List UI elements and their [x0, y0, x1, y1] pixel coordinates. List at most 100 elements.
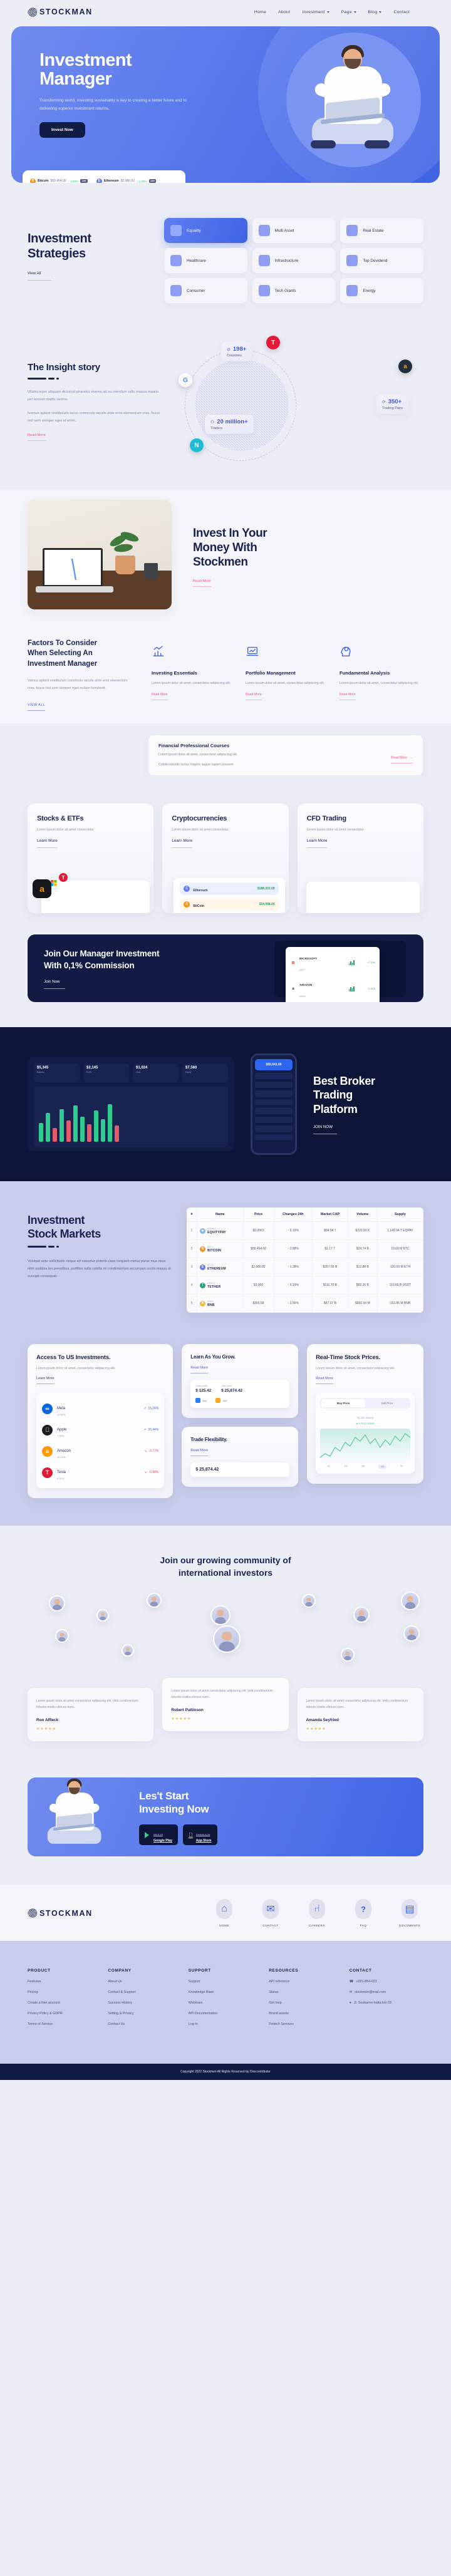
tab-sell-price[interactable]: Sell Price	[365, 1399, 409, 1407]
invest-money-section: Invest In Your Money With Stockmen Read …	[0, 490, 451, 609]
markets-title: Investment Stock Markets	[28, 1214, 172, 1241]
col-price[interactable]: Price	[243, 1208, 274, 1223]
strategy-card-infrastructure[interactable]: Infrastructure	[252, 248, 336, 273]
strategy-card-real-estate[interactable]: Real Estate	[340, 218, 423, 243]
hero-section: Investment Manager Transforming world, i…	[11, 26, 440, 183]
footer-link[interactable]: Knowledge Base	[189, 1990, 262, 1994]
card-read-more-link[interactable]: Read More	[190, 1366, 208, 1374]
footer-quick-links: ⌂ HOME ✉ CONTACT ⑁ CAREERS ? FAQ ▤ DOCUMENTS	[210, 1899, 423, 1927]
card-read-more-link[interactable]: Read More	[190, 1449, 208, 1457]
col-volume[interactable]: Volume	[348, 1208, 378, 1223]
col-rank[interactable]: #	[187, 1208, 198, 1223]
factors-view-all-link[interactable]: VIEW ALL	[28, 703, 46, 711]
card-read-more-link[interactable]: Read More	[316, 1377, 333, 1385]
table-row[interactable]: 3 E (ETH) ETHEREUM $2,980.82 ↑ 1.38% $357.55 B…	[187, 1258, 423, 1277]
footer-link[interactable]: Pricing	[28, 1990, 101, 1994]
strategy-label: Top Devidend	[363, 258, 388, 263]
strategies-view-all-link[interactable]: View All	[28, 271, 51, 281]
commission-join-now-link[interactable]: Join Now	[44, 980, 65, 990]
footer-link[interactable]: API reference	[269, 1980, 343, 1984]
insight-read-more-link[interactable]: Read More	[28, 433, 46, 442]
timeframe-1m[interactable]: 1M	[361, 1465, 365, 1469]
sell-button[interactable]: Sell	[215, 1398, 227, 1404]
factor-read-more-link[interactable]: Read More	[152, 693, 168, 700]
footer-link[interactable]: Log In	[189, 2022, 262, 2026]
course-read-more-link[interactable]: Read More →	[391, 756, 413, 764]
footer-column-title: COMPANY	[108, 1968, 132, 1973]
col-market-cap[interactable]: Market CAP	[312, 1208, 348, 1223]
strategy-card-consumer[interactable]: Consumer	[164, 278, 247, 303]
footer-link-contact[interactable]: ✉ CONTACT	[257, 1899, 284, 1927]
broker-join-now-link[interactable]: JOIN NOW	[313, 1125, 337, 1135]
timeframe-5y[interactable]: 5Y	[400, 1465, 403, 1469]
col-changes[interactable]: Changes 24h	[274, 1208, 313, 1223]
strategy-card-top-devidend[interactable]: Top Devidend	[340, 248, 423, 273]
footer-link[interactable]: Terms of Service	[28, 2022, 101, 2026]
footer-link[interactable]: About Us	[108, 1980, 182, 1984]
table-row[interactable]: 2 B (BTC) BITCOIN $59,454.00 ↑ 2.88% $1.17 T $2…	[187, 1239, 423, 1259]
strategy-card-equality[interactable]: Equality	[164, 218, 247, 243]
strategy-card-multi-asset[interactable]: Multi Asset	[252, 218, 336, 243]
card-learn-more-link[interactable]: Learn More	[306, 839, 328, 849]
footer-link[interactable]: Success History	[108, 2001, 182, 2005]
footer-link-label: DOCUMENTS	[398, 1924, 421, 1928]
tab-buy-price[interactable]: Buy Price	[321, 1399, 366, 1408]
footer-link[interactable]: Fintech Services	[269, 2022, 343, 2026]
col-name[interactable]: Name	[197, 1208, 244, 1223]
insight-text-block: The Insight story Ullamcorper aliquam di…	[28, 346, 162, 465]
invest-money-read-more-link[interactable]: Read More	[193, 579, 211, 587]
brand-logo[interactable]: STOCKMAN	[28, 7, 93, 17]
nav-item-blog[interactable]: Blog	[368, 10, 382, 14]
footer-phone[interactable]: ☎ +021-854-021	[350, 1980, 423, 1984]
table-row[interactable]: 5 B (BNB) BNB $566.58 ↑ 2.56% $87.07 B $960.94 …	[187, 1294, 423, 1313]
buy-button[interactable]: Buy	[195, 1398, 207, 1404]
footer-link[interactable]: Support	[189, 1980, 262, 1984]
footer-link-faq[interactable]: ? FAQ	[350, 1899, 377, 1927]
card-learn-more-link[interactable]: Learn More	[36, 1377, 54, 1385]
footer-link[interactable]: API Documentation	[189, 2012, 262, 2015]
google-play-button[interactable]: GET IT ON Google Play	[139, 1824, 178, 1846]
nav-item-contact[interactable]: Contact	[393, 10, 410, 14]
stock-change: ↗ 26.44%	[143, 1428, 159, 1432]
footer-link-documents[interactable]: ▤ DOCUMENTS	[396, 1899, 423, 1927]
footer-link[interactable]: Status	[269, 1990, 343, 1994]
footer-link[interactable]: Get help	[269, 2001, 343, 2005]
card-learn-more-link[interactable]: Learn More	[37, 839, 58, 849]
footer-link[interactable]: Privacy Policy & GDPR	[28, 2012, 101, 2015]
footer-link-home[interactable]: ⌂ HOME	[210, 1899, 238, 1927]
footer-link-careers[interactable]: ⑁ CAREERS	[303, 1899, 331, 1927]
coin-symbol: (EQPAY)	[207, 1228, 217, 1231]
footer-link[interactable]: Brand assets	[269, 2012, 343, 2015]
nav-item-home[interactable]: Home	[254, 10, 266, 14]
strategy-card-healthcare[interactable]: Healthcare	[164, 248, 247, 273]
app-store-button[interactable]:  Download on theApp Store	[182, 1824, 217, 1846]
strategy-card-energy[interactable]: Energy	[340, 278, 423, 303]
strategy-card-tech-giants[interactable]: Tech Giants	[252, 278, 336, 303]
col-supply[interactable]: Supply	[377, 1208, 423, 1223]
table-row[interactable]: 1 ◆ (EQPAY) EQUITYPAY $0.0563 ↑ 5.10% $64.94 T…	[187, 1221, 423, 1241]
nav-item-page[interactable]: Page	[341, 10, 356, 14]
footer-link[interactable]: Create a free account	[28, 2001, 101, 2005]
footer-link[interactable]: Setting & Privacy	[108, 2012, 182, 2015]
ticker-item-bitcoin[interactable]: B Bitcoin $59,454.00 ↑ 2.88% 24H	[30, 178, 88, 183]
footer-link[interactable]: Contact Us	[108, 2022, 182, 2026]
nav-item-about[interactable]: About	[278, 10, 290, 14]
footer-brand-logo[interactable]: STOCKMAN	[28, 1908, 93, 1918]
timeframe-1w[interactable]: 1W	[344, 1465, 348, 1469]
factor-read-more-link[interactable]: Read More	[246, 693, 262, 700]
ticker-item-ethereum[interactable]: E Ethereum $2,980.82 ↑ 1.38% 24H	[96, 178, 157, 183]
stat-card-countries: ⊘ 198+ Countries	[221, 342, 252, 361]
footer-link[interactable]: Webinars	[189, 2001, 262, 2005]
invest-now-button[interactable]: Invest Now	[39, 122, 85, 138]
timeframe-1d[interactable]: 1D	[327, 1465, 330, 1469]
footer-link[interactable]: Contact & Support	[108, 1990, 182, 1994]
card-learn-more-link[interactable]: Learn More	[172, 839, 193, 849]
footer-link[interactable]: Features	[28, 1980, 101, 1984]
nav-item-investment[interactable]: Investment	[302, 10, 329, 14]
footer-email[interactable]: ✉ stockmen@mail.com	[350, 1990, 423, 1994]
timeframe-1y[interactable]: 1Y	[378, 1465, 387, 1469]
stock-change: +2.21%	[367, 988, 375, 991]
cell-change: ↑ 1.38%	[274, 1258, 313, 1277]
factor-read-more-link[interactable]: Read More	[340, 693, 356, 700]
table-row[interactable]: 4 T (USDT) TETHER $1.000 ↑ 0.10% $110.70 B $62.…	[187, 1276, 423, 1295]
